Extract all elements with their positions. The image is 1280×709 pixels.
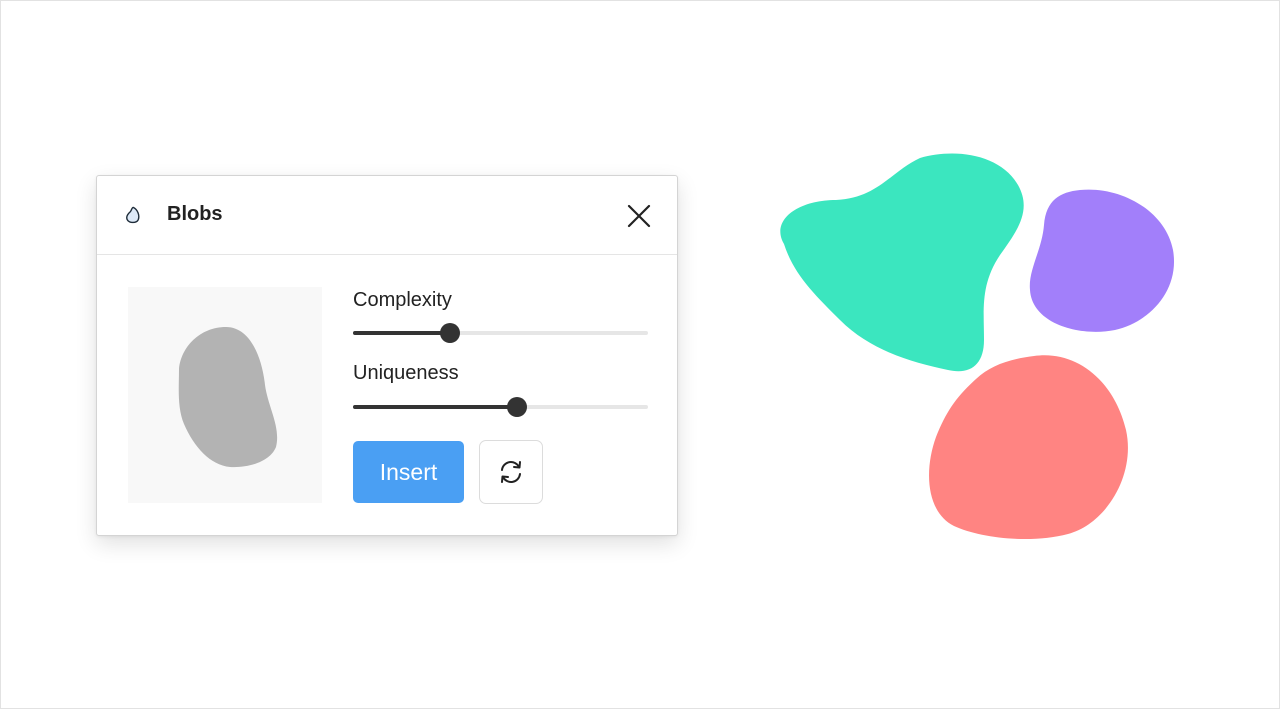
preview-blob-shape xyxy=(178,327,278,468)
complexity-slider-fill xyxy=(353,331,451,335)
blobs-plugin-panel: Blobs Complexity Uniqueness Insert xyxy=(96,175,678,536)
panel-title: Blobs xyxy=(167,203,223,225)
complexity-label: Complexity xyxy=(353,289,452,311)
insert-button[interactable]: Insert xyxy=(353,441,464,503)
green-blob[interactable] xyxy=(780,153,1024,372)
purple-blob[interactable] xyxy=(1029,189,1175,332)
close-icon[interactable] xyxy=(623,200,655,232)
uniqueness-slider[interactable] xyxy=(353,396,648,418)
red-blob[interactable] xyxy=(929,355,1128,540)
complexity-slider[interactable] xyxy=(353,322,648,344)
canvas-blobs xyxy=(780,153,1175,540)
uniqueness-slider-thumb[interactable] xyxy=(506,397,527,417)
refresh-icon xyxy=(501,461,521,483)
uniqueness-slider-fill xyxy=(353,405,517,409)
blob-preview xyxy=(128,287,322,503)
panel-header: Blobs xyxy=(97,176,677,255)
complexity-slider-thumb[interactable] xyxy=(440,323,461,343)
blob-icon xyxy=(126,206,140,224)
refresh-button[interactable] xyxy=(479,440,543,504)
uniqueness-label: Uniqueness xyxy=(353,362,459,384)
